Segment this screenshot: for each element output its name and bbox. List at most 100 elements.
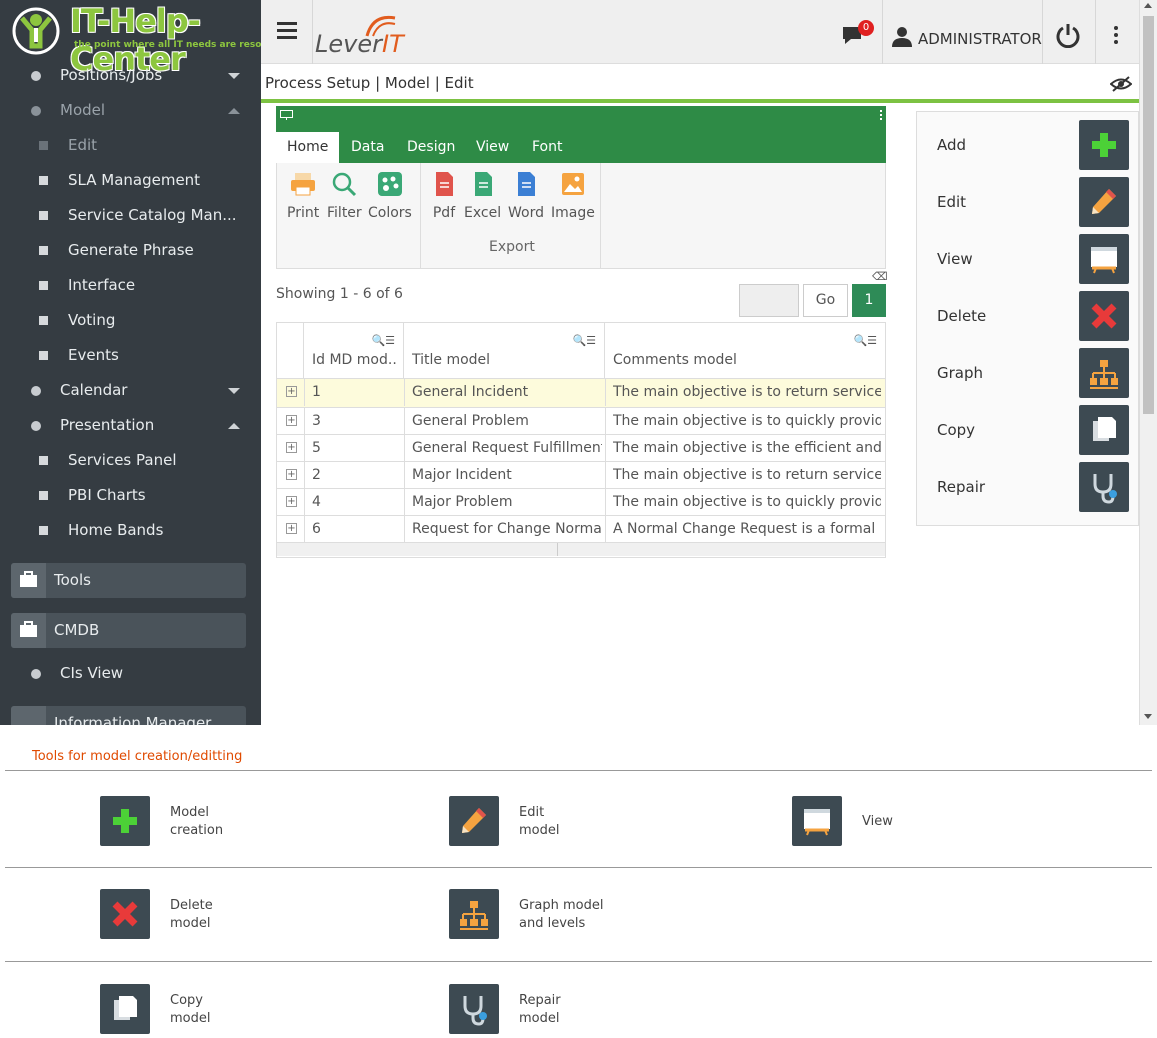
cell-comment: The main objective is to return service … xyxy=(613,384,881,400)
chevron-down-icon xyxy=(228,388,240,394)
brand-logo[interactable]: LeverIT xyxy=(315,30,404,58)
delete-button[interactable] xyxy=(1079,291,1129,341)
logo[interactable]: IT-Help-Center the point where all IT ne… xyxy=(0,0,261,78)
power-icon[interactable] xyxy=(1055,22,1081,48)
bullet-icon xyxy=(31,71,41,81)
image-button[interactable]: Image xyxy=(551,171,595,221)
sidebar-item-interface[interactable]: Interface xyxy=(0,268,261,303)
bullet-icon xyxy=(39,351,48,360)
expand-row-icon[interactable]: + xyxy=(286,496,297,507)
tool-item-graph: Graph xyxy=(917,348,1138,398)
clear-filter-icon[interactable]: ⌫ xyxy=(872,270,888,283)
copy-button[interactable] xyxy=(1079,405,1129,455)
image-label: Image xyxy=(551,205,595,221)
colors-button[interactable]: Colors xyxy=(368,171,412,221)
table-row[interactable]: +6 Request for Change Normal A Normal Chan… xyxy=(277,516,885,543)
expand-row-icon[interactable]: + xyxy=(286,469,297,480)
column-search-menu-icon[interactable]: 🔍☰ xyxy=(572,334,596,347)
sidebar-item-cis-view[interactable]: CIs View xyxy=(0,656,261,691)
bullet-icon xyxy=(31,106,41,116)
column-header-id[interactable]: 🔍☰ Id MD mod... xyxy=(304,323,404,379)
sidebar-item-sla[interactable]: SLA Management xyxy=(0,163,261,198)
cell-id: 2 xyxy=(312,467,321,483)
repair-button[interactable] xyxy=(1079,462,1129,512)
expand-row-icon[interactable]: + xyxy=(286,415,297,426)
page-number-button[interactable]: 1 xyxy=(852,284,886,317)
column-search-menu-icon[interactable]: 🔍☰ xyxy=(371,334,395,347)
stethoscope-icon xyxy=(1079,474,1129,516)
tab-design[interactable]: Design xyxy=(396,132,466,163)
sidebar-group-cmdb[interactable]: CMDB xyxy=(11,613,246,648)
logo-tagline: the point where all IT needs are resolve… xyxy=(74,40,261,50)
expand-row-icon[interactable]: + xyxy=(286,386,297,397)
edit-button[interactable] xyxy=(1079,177,1129,227)
sidebar-item-pbi-charts[interactable]: PBI Charts xyxy=(0,478,261,513)
vertical-scrollbar[interactable] xyxy=(1139,0,1157,725)
tab-home[interactable]: Home xyxy=(276,132,340,163)
column-header-comments[interactable]: 🔍☰ Comments model xyxy=(605,323,885,379)
divider xyxy=(1095,0,1096,64)
sidebar-group-tools[interactable]: Tools xyxy=(11,563,246,598)
column-header-title[interactable]: 🔍☰ Title model xyxy=(404,323,605,379)
user-name[interactable]: ADMINISTRATOR xyxy=(918,30,1042,48)
doc-item-line2: and levels xyxy=(519,916,586,931)
table-row[interactable]: +1 General Incident The main objective is … xyxy=(277,379,885,408)
scroll-up-icon[interactable] xyxy=(1144,3,1152,8)
sidebar-item-events[interactable]: Events xyxy=(0,338,261,373)
hamburger-menu-icon[interactable] xyxy=(277,22,297,40)
tab-font[interactable]: Font xyxy=(521,132,573,163)
export-group-label: Export xyxy=(489,239,535,255)
tool-label: Copy xyxy=(937,421,976,439)
sidebar-item-positions[interactable]: Positions/Jobs xyxy=(0,58,261,93)
go-button[interactable]: Go xyxy=(803,284,848,317)
magnifier-icon xyxy=(333,172,357,197)
table-row[interactable]: +3 General Problem The main objective is t… xyxy=(277,408,885,435)
table-row[interactable]: +2 Major Incident The main objective is to… xyxy=(277,462,885,489)
plus-icon xyxy=(100,796,150,846)
doc-item-line1: Graph model xyxy=(519,898,604,913)
word-button[interactable]: Word xyxy=(508,171,544,221)
expand-row-icon[interactable]: + xyxy=(286,523,297,534)
image-file-icon xyxy=(561,173,584,195)
sidebar-item-services-panel[interactable]: Services Panel xyxy=(0,443,261,478)
sidebar-item-service-catalog[interactable]: Service Catalog Man... xyxy=(0,198,261,233)
sidebar-item-edit[interactable]: Edit xyxy=(0,128,261,163)
filter-button[interactable]: Filter xyxy=(327,171,362,221)
table-row[interactable]: +5 General Request Fulfillment The main ob… xyxy=(277,435,885,462)
excel-button[interactable]: Excel xyxy=(464,171,501,221)
sidebar-item-label: Generate Phrase xyxy=(68,241,194,259)
bullet-icon xyxy=(39,176,48,185)
page-input[interactable] xyxy=(739,284,799,317)
table-row[interactable]: +4 Major Problem The main objective is to … xyxy=(277,489,885,516)
scrollbar-thumb[interactable] xyxy=(1143,16,1154,414)
bullet-icon xyxy=(39,281,48,290)
tab-view[interactable]: View xyxy=(465,132,520,163)
hide-eye-icon[interactable] xyxy=(1110,75,1132,93)
notification-badge: 0 xyxy=(858,20,874,36)
scroll-down-icon[interactable] xyxy=(1144,714,1152,719)
horizontal-scrollbar[interactable] xyxy=(277,542,885,556)
sidebar-item-calendar[interactable]: Calendar xyxy=(0,373,261,408)
org-chart-icon xyxy=(449,889,499,939)
sidebar-group-information-manager[interactable]: Information Manager xyxy=(11,706,246,725)
doc-item-label: Copy model xyxy=(170,992,290,1028)
ribbon-menu-icon[interactable] xyxy=(880,110,882,120)
column-search-menu-icon[interactable]: 🔍☰ xyxy=(853,334,877,347)
breadcrumb: Process Setup | Model | Edit xyxy=(265,74,474,92)
sidebar-item-home-bands[interactable]: Home Bands xyxy=(0,513,261,548)
sidebar-item-presentation[interactable]: Presentation xyxy=(0,408,261,443)
graph-button[interactable] xyxy=(1079,348,1129,398)
pdf-button[interactable]: Pdf xyxy=(430,171,458,221)
tab-data[interactable]: Data xyxy=(340,132,395,163)
expand-row-icon[interactable]: + xyxy=(286,442,297,453)
sidebar-item-label: CIs View xyxy=(60,664,124,682)
sidebar-item-voting[interactable]: Voting xyxy=(0,303,261,338)
add-button[interactable] xyxy=(1079,120,1129,170)
doc-item-line1: View xyxy=(862,814,893,829)
cell-comment: The main objective is to quickly provid.… xyxy=(613,494,881,510)
print-button[interactable]: Print xyxy=(287,171,319,221)
more-options-icon[interactable] xyxy=(1114,26,1118,47)
sidebar-item-model[interactable]: Model xyxy=(0,93,261,128)
sidebar-item-generate-phrase[interactable]: Generate Phrase xyxy=(0,233,261,268)
view-button[interactable] xyxy=(1079,234,1129,284)
